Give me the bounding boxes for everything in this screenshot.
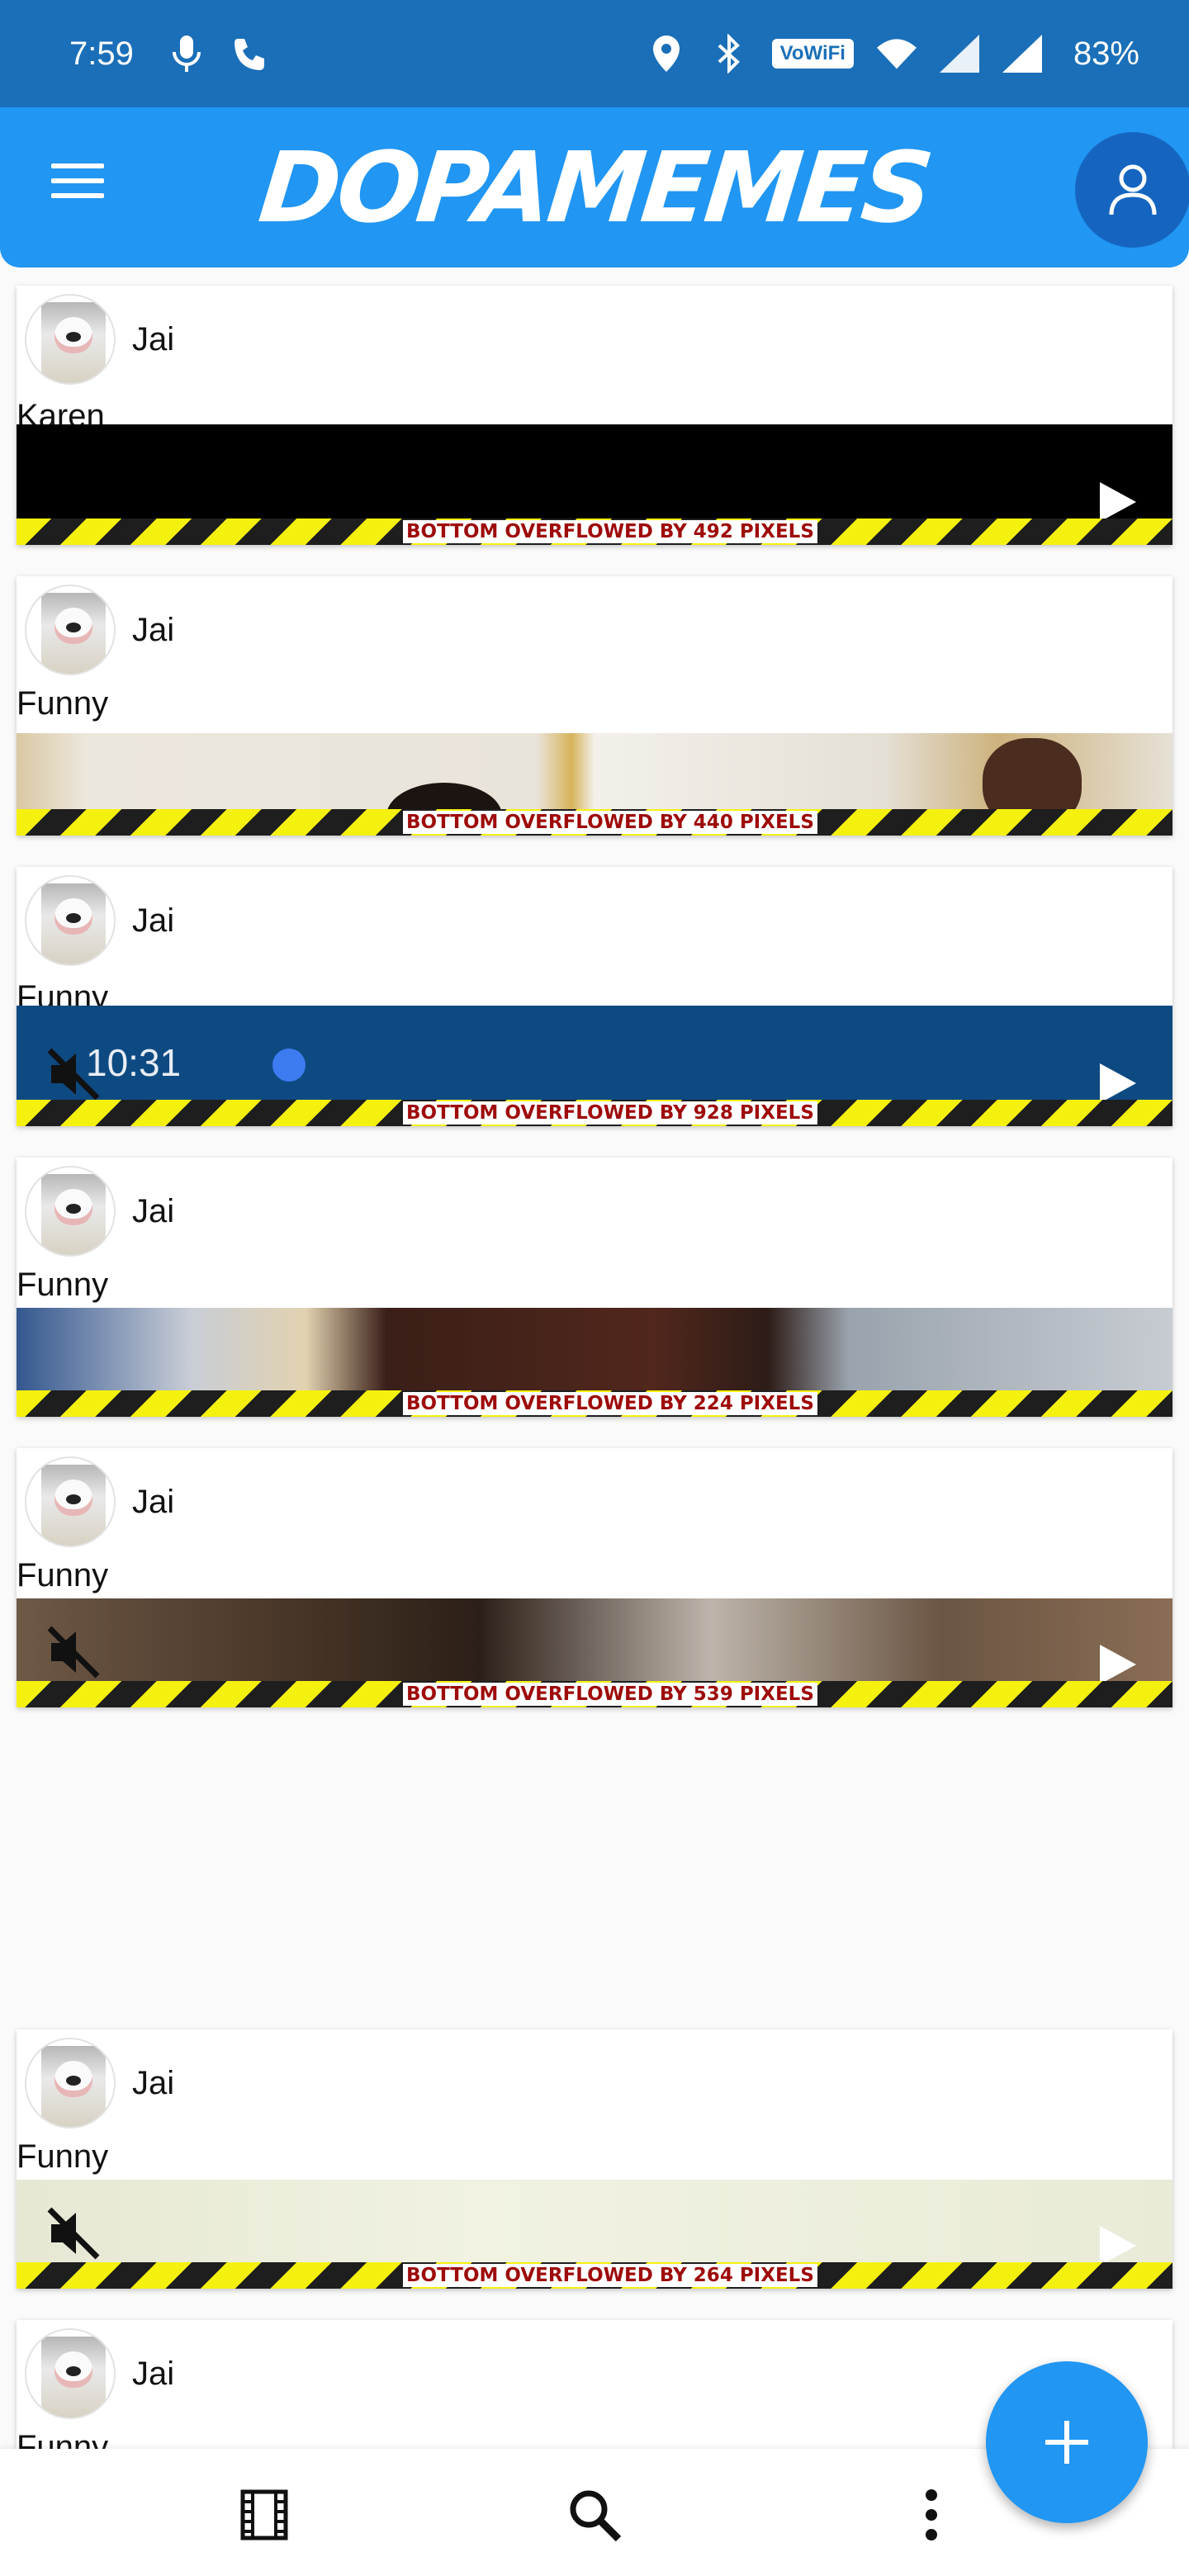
- post-header: Jai: [17, 867, 1172, 974]
- overflow-warning-stripe: BOTTOM OVERFLOWED BY 224 PIXELS: [17, 1390, 1172, 1417]
- post-header: Jai: [17, 1158, 1172, 1265]
- phone-call-icon: [230, 34, 269, 73]
- overflow-warning-text: BOTTOM OVERFLOWED BY 224 PIXELS: [403, 1392, 817, 1415]
- status-bar: 7:59 VoWiFi 83%: [0, 0, 1189, 107]
- avatar[interactable]: [25, 2038, 116, 2129]
- post-card[interactable]: Jai Funny BOTTOM OVERFLOWED BY 264 PIXEL…: [17, 2029, 1172, 2289]
- post-caption: Funny: [17, 2429, 109, 2449]
- feed-nav-button[interactable]: [231, 2482, 297, 2548]
- app-title: DOPAMEMES: [253, 130, 936, 244]
- battery-level: 83%: [1073, 35, 1139, 72]
- post-card[interactable]: Jai Funny BOTTOM OVERFLOWED BY 539 PIXEL…: [17, 1448, 1172, 1707]
- overflow-warning-stripe: BOTTOM OVERFLOWED BY 264 PIXELS: [17, 2262, 1172, 2289]
- wifi-icon: [876, 34, 917, 73]
- post-username[interactable]: Jai: [132, 2065, 174, 2102]
- post-username[interactable]: Jai: [132, 612, 174, 649]
- hamburger-menu-icon[interactable]: [51, 163, 104, 203]
- volume-off-icon[interactable]: [45, 2204, 102, 2262]
- more-nav-button[interactable]: [898, 2482, 964, 2548]
- person-icon: [1109, 164, 1157, 215]
- post-video[interactable]: 10:31 BOTTOM OVERFLOWED BY 928 PIXELS: [17, 1006, 1172, 1126]
- post-video[interactable]: BOTTOM OVERFLOWED BY 264 PIXELS: [17, 2180, 1172, 2289]
- post-username[interactable]: Jai: [132, 1193, 174, 1230]
- cell-signal-2-icon: [1002, 34, 1042, 73]
- vowifi-badge: VoWiFi: [771, 39, 854, 69]
- post-card[interactable]: Jai Funny BOTTOM OVERFLOWED BY 224 PIXEL…: [17, 1158, 1172, 1417]
- overflow-warning-stripe: BOTTOM OVERFLOWED BY 539 PIXELS: [17, 1681, 1172, 1707]
- overflow-warning-text: BOTTOM OVERFLOWED BY 264 PIXELS: [403, 2264, 817, 2287]
- film-icon: [240, 2489, 288, 2540]
- post-caption: Funny: [17, 685, 109, 722]
- overflow-warning-text: BOTTOM OVERFLOWED BY 492 PIXELS: [403, 520, 817, 543]
- post-header: Jai: [17, 1448, 1172, 1556]
- app-bar: DOPAMEMES: [0, 107, 1189, 268]
- post-caption: Funny: [17, 1557, 109, 1593]
- avatar[interactable]: [25, 2328, 116, 2419]
- post-card[interactable]: Jai Funny BOTTOM OVERFLOWED BY 440 PIXEL…: [17, 576, 1172, 836]
- post-username[interactable]: Jai: [132, 902, 174, 940]
- avatar[interactable]: [25, 875, 116, 966]
- overflow-warning-stripe: BOTTOM OVERFLOWED BY 928 PIXELS: [17, 1100, 1172, 1126]
- overflow-warning-text: BOTTOM OVERFLOWED BY 928 PIXELS: [403, 1101, 817, 1125]
- add-post-button[interactable]: [986, 2361, 1148, 2523]
- post-username[interactable]: Jai: [132, 2356, 174, 2393]
- avatar[interactable]: [25, 1166, 116, 1257]
- post-header: Jai: [17, 286, 1172, 393]
- profile-button[interactable]: [1075, 132, 1189, 248]
- status-right-cluster: VoWiFi 83%: [647, 34, 1139, 73]
- post-header: Jai: [17, 2029, 1172, 2137]
- overflow-warning-text: BOTTOM OVERFLOWED BY 539 PIXELS: [403, 1683, 817, 1706]
- cell-signal-icon: [939, 34, 979, 73]
- post-video[interactable]: BOTTOM OVERFLOWED BY 539 PIXELS: [17, 1598, 1172, 1707]
- avatar[interactable]: [25, 294, 116, 385]
- avatar[interactable]: [25, 1456, 116, 1547]
- status-time: 7:59: [69, 35, 134, 72]
- bluetooth-icon: [709, 34, 749, 73]
- overflow-warning-stripe: BOTTOM OVERFLOWED BY 440 PIXELS: [17, 809, 1172, 836]
- overflow-warning-stripe: BOTTOM OVERFLOWED BY 492 PIXELS: [17, 519, 1172, 545]
- avatar[interactable]: [25, 585, 116, 675]
- post-username[interactable]: Jai: [132, 321, 174, 358]
- more-vert-icon: [926, 2489, 937, 2540]
- post-image[interactable]: BOTTOM OVERFLOWED BY 440 PIXELS: [17, 733, 1172, 836]
- post-video[interactable]: BOTTOM OVERFLOWED BY 492 PIXELS: [17, 424, 1172, 545]
- search-icon: [570, 2490, 622, 2542]
- overflow-warning-text: BOTTOM OVERFLOWED BY 440 PIXELS: [403, 811, 817, 834]
- post-card[interactable]: Jai Funny 10:31 BOTTOM OVERFLOWED BY 928…: [17, 867, 1172, 1126]
- location-icon: [647, 34, 686, 73]
- post-caption: Funny: [17, 2138, 109, 2175]
- volume-off-icon[interactable]: [45, 1623, 102, 1681]
- post-card[interactable]: Jai Karen BOTTOM OVERFLOWED BY 492 PIXEL…: [17, 286, 1172, 545]
- post-image[interactable]: BOTTOM OVERFLOWED BY 224 PIXELS: [17, 1308, 1172, 1417]
- search-nav-button[interactable]: [561, 2482, 628, 2548]
- microphone-icon: [167, 34, 206, 73]
- add-icon: [1045, 2421, 1088, 2464]
- post-username[interactable]: Jai: [132, 1484, 174, 1521]
- embedded-video-time: 10:31: [86, 1041, 182, 1084]
- post-caption: Funny: [17, 1267, 109, 1303]
- post-header: Jai: [17, 576, 1172, 684]
